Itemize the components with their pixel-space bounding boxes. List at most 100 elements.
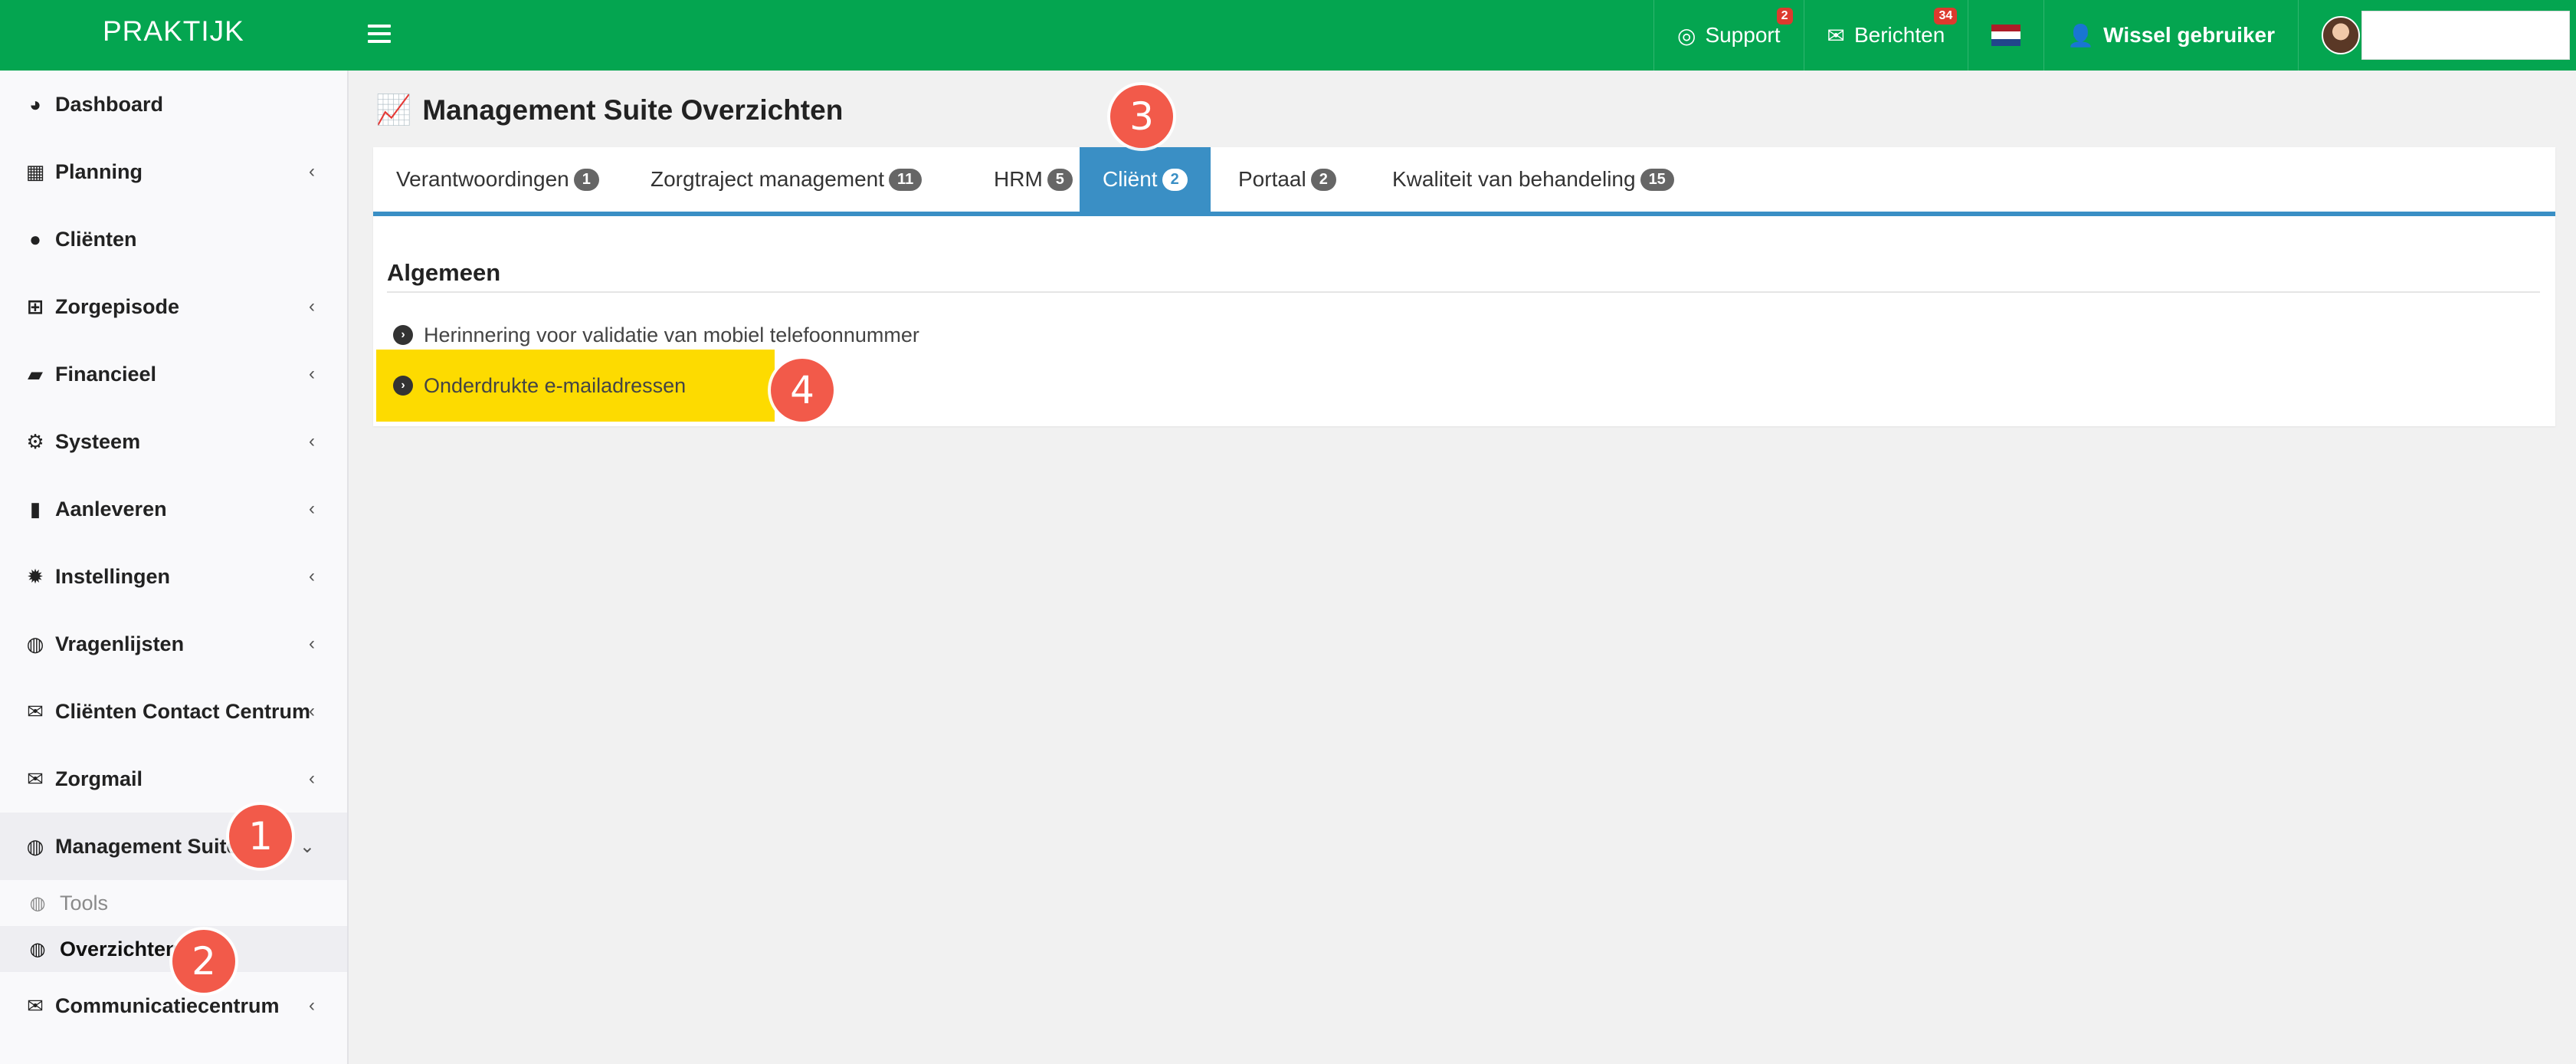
- sidebar-item-clienten-contact-centrum[interactable]: ✉ Cliënten Contact Centrum ‹: [0, 678, 347, 745]
- support-label: Support: [1705, 23, 1781, 47]
- language-flag-button[interactable]: [1968, 0, 2043, 71]
- envelope-icon: ✉: [27, 993, 44, 1017]
- chevron-circle-right-icon: ›: [393, 376, 413, 396]
- callout-marker-4: 4: [771, 359, 834, 422]
- tab-bar: Verantwoordingen 1 Zorgtraject managemen…: [373, 147, 2555, 216]
- brand-logo[interactable]: PRAKTIJK: [103, 15, 244, 48]
- user-secret-icon: 👤: [2067, 23, 2095, 48]
- report-link-label: Onderdrukte e-mailadressen: [424, 373, 687, 397]
- sidebar-item-dashboard[interactable]: ◕ Dashboard: [0, 71, 347, 138]
- sidebar-item-zorgmail[interactable]: ✉ Zorgmail ‹: [0, 745, 347, 813]
- tab-count-badge: 5: [1047, 168, 1073, 191]
- sidebar-item-label: Aanleveren: [55, 497, 167, 521]
- chevron-circle-right-icon: ›: [393, 325, 413, 345]
- switch-user-button[interactable]: 👤 Wissel gebruiker: [2043, 0, 2298, 71]
- tab-zorgtraject-management[interactable]: Zorgtraject management 11: [628, 147, 945, 212]
- envelope-icon: ✉: [27, 699, 44, 723]
- tab-count-badge: 2: [1310, 168, 1336, 191]
- sidebar-item-vragenlijsten[interactable]: ◍ Vragenlijsten ‹: [0, 610, 347, 678]
- sidebar-item-label: Zorgepisode: [55, 294, 180, 318]
- sidebar-item-instellingen[interactable]: ✹ Instellingen ‹: [0, 543, 347, 610]
- tab-kwaliteit-van-behandeling[interactable]: Kwaliteit van behandeling 15: [1369, 147, 1697, 212]
- sidebar-item-financieel[interactable]: ▰ Financieel ‹: [0, 340, 347, 408]
- sidebar-subitem-label: Overzichten: [60, 937, 179, 961]
- sidebar-item-label: Systeem: [55, 429, 141, 453]
- tab-client[interactable]: Cliënt 2: [1080, 147, 1211, 212]
- support-button[interactable]: ◎ Support 2: [1653, 0, 1804, 71]
- tab-count-badge: 2: [1162, 168, 1188, 191]
- tab-label: Zorgtraject management: [651, 167, 885, 191]
- truck-icon: ▮: [29, 497, 41, 521]
- sidebar-item-zorgepisode[interactable]: ⊞ Zorgepisode ‹: [0, 273, 347, 340]
- sidebar-subitem-tools[interactable]: ◍ Tools: [0, 880, 347, 926]
- sidebar-item-label: Planning: [55, 159, 143, 183]
- tab-verantwoordingen[interactable]: Verantwoordingen 1: [373, 147, 622, 212]
- globe-icon: ◍: [29, 938, 46, 960]
- tab-label: Verantwoordingen: [396, 167, 569, 191]
- sidebar-item-label: Dashboard: [55, 92, 164, 116]
- tab-portaal[interactable]: Portaal 2: [1215, 147, 1359, 212]
- life-ring-icon: ◎: [1677, 23, 1696, 48]
- line-chart-icon: 📈: [375, 94, 412, 126]
- callout-marker-1: 1: [229, 805, 292, 868]
- sidebar-item-management-suite[interactable]: ◍ Management Suite ⌄: [0, 813, 347, 880]
- top-navbar: PRAKTIJK ◎ Support 2 ✉ Berichten 34 👤 Wi…: [0, 0, 2576, 71]
- tab-label: Portaal: [1238, 167, 1306, 191]
- support-badge: 2: [1776, 8, 1793, 25]
- sidebar-item-systeem[interactable]: ⚙ Systeem ‹: [0, 408, 347, 475]
- avatar: [2322, 16, 2360, 54]
- chevron-down-icon: ⌄: [299, 836, 315, 857]
- tab-label: Cliënt: [1103, 167, 1158, 191]
- hamburger-menu-icon[interactable]: [368, 17, 391, 51]
- user-menu[interactable]: [2298, 0, 2576, 71]
- chevron-left-icon: ‹: [309, 498, 315, 519]
- chevron-left-icon: ‹: [309, 296, 315, 317]
- dashboard-icon: ◕: [29, 92, 41, 116]
- tab-count-badge: 1: [573, 168, 599, 191]
- envelope-icon: ✉: [1827, 23, 1845, 48]
- sidebar: ◕ Dashboard ▦ Planning ‹ ● Cliënten ⊞ Zo…: [0, 71, 349, 1064]
- page-title: 📈 Management Suite Overzichten: [375, 94, 843, 127]
- report-link-suppressed-emails[interactable]: › Onderdrukte e-mailadressen: [376, 350, 775, 422]
- messages-label: Berichten: [1853, 23, 1945, 47]
- overviews-panel: Verantwoordingen 1 Zorgtraject managemen…: [373, 147, 2555, 426]
- sidebar-item-label: Instellingen: [55, 564, 171, 588]
- sidebar-item-label: Zorgmail: [55, 767, 143, 790]
- calendar-icon: ▦: [25, 159, 45, 183]
- page-title-text: Management Suite Overzichten: [422, 94, 844, 126]
- sidebar-item-label: Communicatiecentrum: [55, 993, 280, 1017]
- book-icon: ▰: [28, 362, 43, 386]
- tab-hrm[interactable]: HRM 5: [971, 147, 1096, 212]
- messages-badge: 34: [1934, 8, 1958, 25]
- cogs-icon: ⚙: [26, 429, 44, 453]
- medkit-icon: ⊞: [27, 294, 44, 318]
- globe-icon: ◍: [26, 632, 44, 655]
- sidebar-item-planning[interactable]: ▦ Planning ‹: [0, 138, 347, 205]
- chevron-left-icon: ‹: [309, 768, 315, 789]
- globe-icon: ◍: [29, 892, 46, 914]
- chevron-left-icon: ‹: [309, 161, 315, 182]
- callout-marker-2: 2: [172, 930, 235, 993]
- sidebar-item-clienten[interactable]: ● Cliënten: [0, 205, 347, 273]
- messages-button[interactable]: ✉ Berichten 34: [1803, 0, 1968, 71]
- tab-count-badge: 15: [1640, 168, 1674, 191]
- tab-label: Kwaliteit van behandeling: [1392, 167, 1636, 191]
- user-icon: ●: [29, 227, 41, 251]
- netherlands-flag-icon: [1991, 25, 2021, 46]
- sidebar-item-label: Cliënten Contact Centrum: [55, 699, 311, 723]
- sidebar-item-label: Vragenlijsten: [55, 632, 185, 655]
- switch-user-label: Wissel gebruiker: [2103, 23, 2275, 47]
- report-link-label: Herinnering voor validatie van mobiel te…: [424, 323, 919, 346]
- sidebar-item-aanleveren[interactable]: ▮ Aanleveren ‹: [0, 475, 347, 543]
- sidebar-subitem-label: Tools: [60, 891, 109, 915]
- chevron-left-icon: ‹: [309, 633, 315, 654]
- chevron-left-icon: ‹: [309, 363, 315, 384]
- envelope-icon: ✉: [27, 767, 44, 790]
- globe-icon: ◍: [26, 834, 44, 858]
- sidebar-item-communicatiecentrum[interactable]: ✉ Communicatiecentrum ‹: [0, 972, 347, 1039]
- top-right-nav: ◎ Support 2 ✉ Berichten 34 👤 Wissel gebr…: [1653, 0, 2576, 71]
- sidebar-item-label: Financieel: [55, 362, 157, 386]
- tab-count-badge: 11: [889, 168, 923, 191]
- chevron-left-icon: ‹: [309, 566, 315, 586]
- callout-marker-3: 3: [1110, 85, 1173, 148]
